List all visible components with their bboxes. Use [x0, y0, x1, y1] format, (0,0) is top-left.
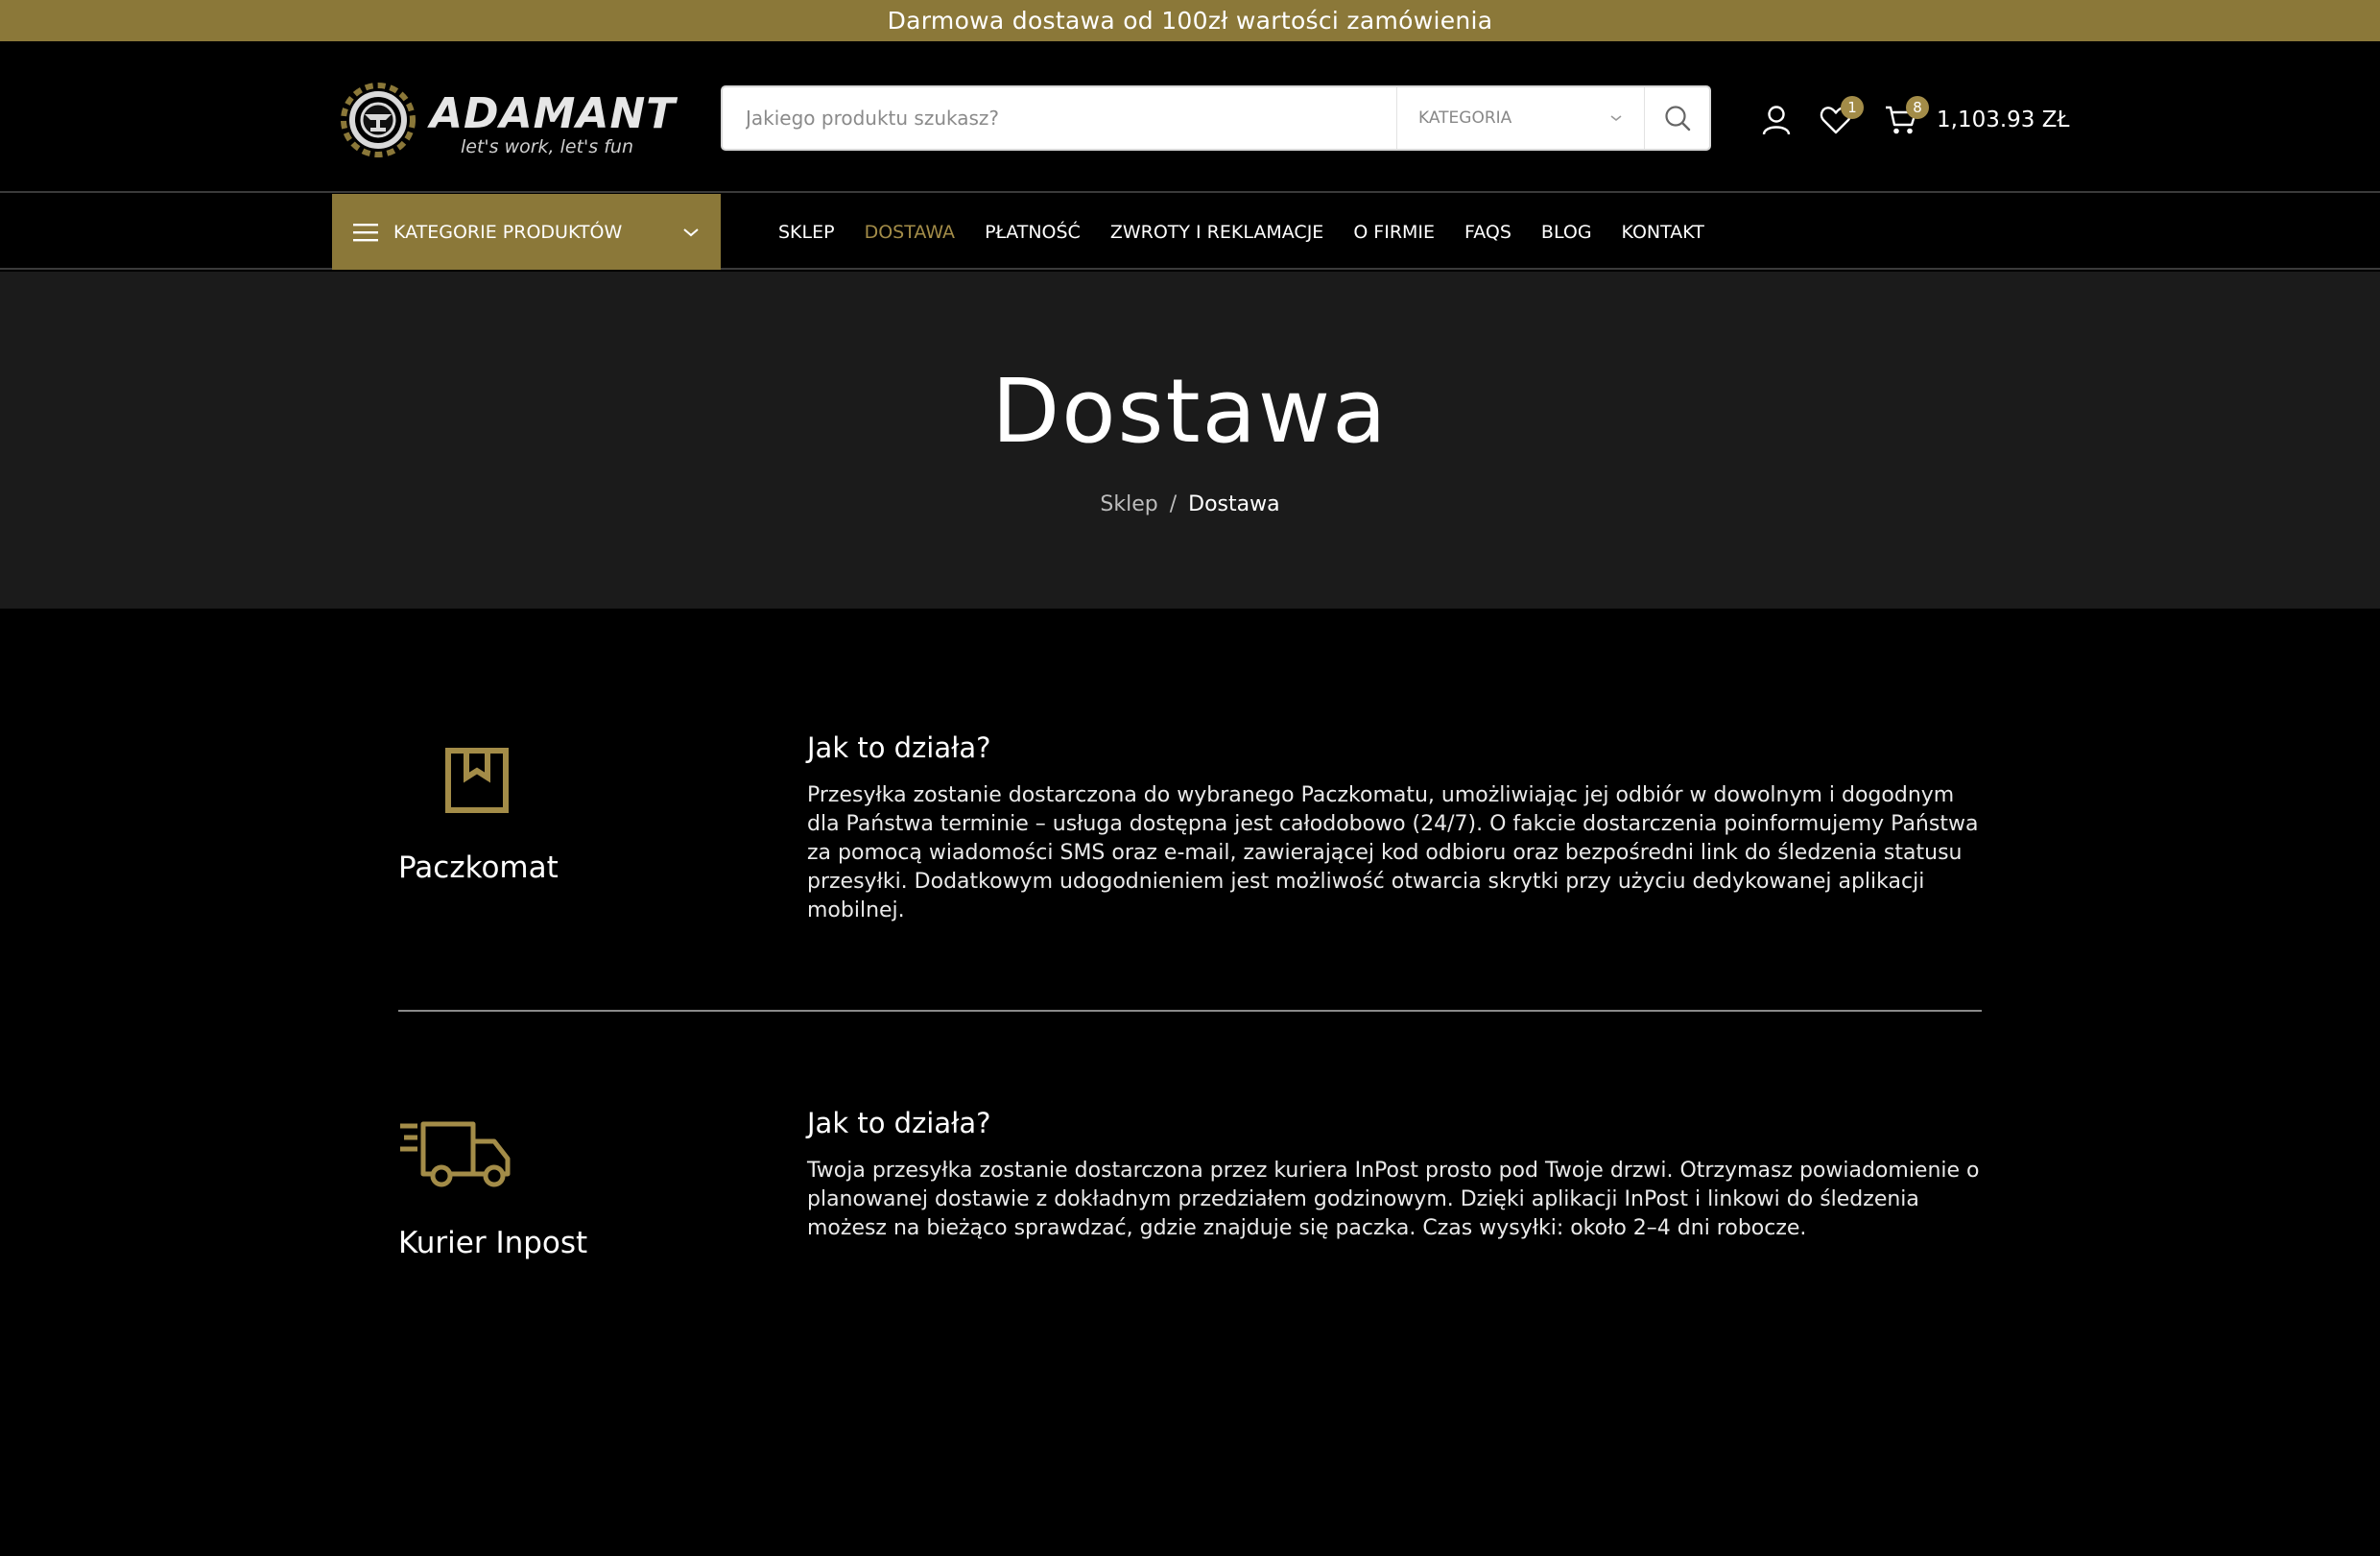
nav-menu: SKLEP DOSTAWA PŁATNOŚĆ ZWROTY I REKLAMAC… [778, 194, 1734, 270]
nav-item-o-firmie[interactable]: O FIRMIE [1353, 222, 1435, 243]
nav-item-dostawa[interactable]: DOSTAWA [865, 222, 955, 243]
account-button[interactable] [1756, 100, 1797, 140]
breadcrumb-home-link[interactable]: Sklep [1100, 492, 1157, 516]
breadcrumb: Sklep / Dostawa [0, 492, 2380, 516]
category-select[interactable]: KATEGORIA [1396, 87, 1644, 149]
logo-gear-icon [341, 83, 416, 157]
method-name: Kurier Inpost [398, 1226, 588, 1260]
logo-brand: ADAMANT [427, 89, 678, 138]
page-title: Dostawa [991, 360, 1389, 463]
method-name: Paczkomat [398, 850, 559, 885]
method-description: Twoja przesyłka zostanie dostarczona prz… [807, 1159, 1980, 1240]
product-categories-toggle[interactable]: KATEGORIE PRODUKTÓW [332, 194, 721, 270]
method-description: Przesyłka zostanie dostarczona do wybran… [807, 783, 1979, 922]
search-bar: KATEGORIA [721, 85, 1711, 151]
parcel-box-icon [445, 748, 509, 813]
user-icon [1762, 106, 1791, 135]
logo-tagline: let's work, let's fun [461, 136, 633, 157]
nav-item-platnosc[interactable]: PŁATNOŚĆ [985, 222, 1081, 243]
nav-item-kontakt[interactable]: KONTAKT [1622, 222, 1704, 243]
page-hero: Dostawa Sklep / Dostawa [0, 272, 2380, 609]
promo-bar: Darmowa dostawa od 100zł wartości zamówi… [0, 0, 2380, 41]
site-header: ADAMANT let's work, let's fun KATEGORIA … [0, 41, 2380, 193]
breadcrumb-separator: / [1169, 492, 1178, 516]
nav-item-faqs[interactable]: FAQS [1464, 222, 1511, 243]
section-divider [398, 1010, 1982, 1012]
chevron-down-icon [1610, 115, 1622, 122]
method-heading: Jak to działa? [807, 1107, 991, 1139]
category-select-label: KATEGORIA [1418, 108, 1512, 128]
search-input[interactable] [723, 87, 1396, 149]
method-heading: Jak to działa? [807, 731, 991, 764]
cart-count-badge: 8 [1906, 96, 1929, 119]
breadcrumb-current: Dostawa [1188, 492, 1280, 516]
search-icon [1664, 106, 1690, 132]
cart-button[interactable]: 8 [1881, 96, 1929, 140]
nav-item-sklep[interactable]: SKLEP [778, 222, 835, 243]
header-actions: 1 8 1,103.93 ZŁ [1756, 96, 2069, 141]
wishlist-button[interactable]: 1 [1816, 96, 1864, 140]
menu-icon [353, 223, 378, 241]
product-categories-label: KATEGORIE PRODUKTÓW [393, 221, 623, 243]
search-button[interactable] [1644, 87, 1709, 149]
delivery-truck-icon [400, 1121, 511, 1187]
chevron-down-icon [683, 227, 699, 236]
nav-item-zwroty[interactable]: ZWROTY I REKLAMACJE [1110, 222, 1323, 243]
promo-text: Darmowa dostawa od 100zł wartości zamówi… [887, 7, 1493, 35]
logo[interactable]: ADAMANT let's work, let's fun [338, 76, 683, 162]
wishlist-count-badge: 1 [1841, 96, 1864, 119]
main-navigation: KATEGORIE PRODUKTÓW SKLEP DOSTAWA PŁATNO… [0, 194, 2380, 270]
cart-total[interactable]: 1,103.93 ZŁ [1937, 108, 2069, 132]
nav-item-blog[interactable]: BLOG [1541, 222, 1592, 243]
